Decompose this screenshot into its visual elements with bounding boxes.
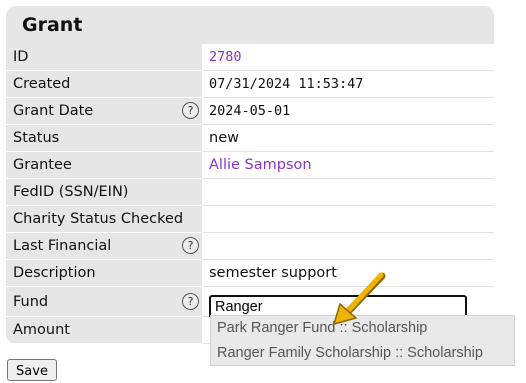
field-row-id: ID 2780	[6, 44, 494, 71]
field-label: Grant Date	[13, 103, 94, 119]
grant-panel: Grant ID 2780 Created 07/31/2024 11:53:4…	[6, 6, 494, 344]
field-label: Created	[6, 71, 202, 98]
panel-title: Grant	[6, 6, 494, 44]
help-icon[interactable]: ?	[182, 102, 199, 119]
field-row-description: Description semester support	[6, 260, 494, 287]
field-row-last-financial: Last Financial ?	[6, 233, 494, 260]
field-row-status: Status new	[6, 125, 494, 152]
grantee-link[interactable]: Allie Sampson	[202, 152, 494, 179]
field-row-fedid: FedID (SSN/EIN)	[6, 179, 494, 206]
created-value: 07/31/2024 11:53:47	[202, 71, 494, 98]
field-row-created: Created 07/31/2024 11:53:47	[6, 71, 494, 98]
field-label: ID	[6, 44, 202, 71]
field-row-fund: Fund ?	[6, 287, 494, 319]
field-row-grantee: Grantee Allie Sampson	[6, 152, 494, 179]
field-label: Charity Status Checked	[6, 206, 202, 233]
charity-status-value	[202, 206, 494, 233]
help-icon[interactable]: ?	[182, 237, 199, 254]
field-row-charity-status: Charity Status Checked	[6, 206, 494, 233]
field-label: Last Financial	[13, 238, 112, 254]
field-label: Grantee	[6, 152, 202, 179]
field-label: Description	[6, 260, 202, 287]
field-label: Status	[6, 125, 202, 152]
last-financial-value	[202, 233, 494, 260]
autocomplete-option[interactable]: Ranger Family Scholarship :: Scholarship	[211, 341, 514, 366]
id-link[interactable]: 2780	[202, 44, 494, 71]
fedid-value	[202, 179, 494, 206]
field-row-grant-date: Grant Date ? 2024-05-01	[6, 98, 494, 125]
grant-date-value: 2024-05-01	[202, 98, 494, 125]
save-button[interactable]: Save	[7, 359, 57, 381]
field-label: Fund	[13, 294, 49, 310]
field-label: FedID (SSN/EIN)	[6, 179, 202, 206]
pointer-arrow-icon	[332, 272, 386, 326]
help-icon[interactable]: ?	[182, 293, 199, 310]
field-label: Amount	[6, 317, 202, 344]
status-value: new	[202, 125, 494, 152]
